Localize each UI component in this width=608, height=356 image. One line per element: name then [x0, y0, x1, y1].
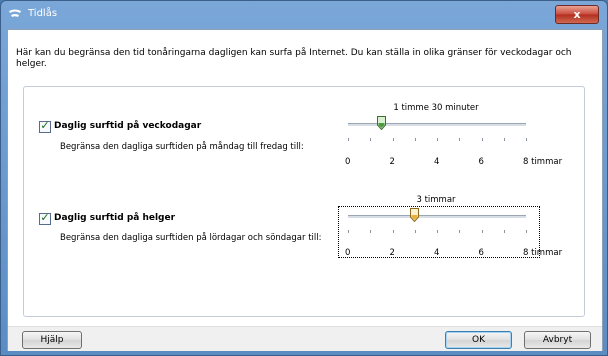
scale-label: 8 timmar	[523, 248, 563, 258]
ok-button[interactable]: OK	[445, 331, 512, 349]
button-bar: Hjälp OK Avbryt	[8, 326, 602, 351]
scale-label: 4	[434, 248, 440, 258]
weekend-slider[interactable]	[342, 208, 532, 248]
slider-track	[348, 215, 526, 219]
weekdays-checkbox[interactable]: ✓	[39, 119, 51, 133]
window-title: Tidlås	[28, 8, 58, 19]
slider-tick	[348, 138, 349, 141]
settings-panel: ✓ Daglig surftid på veckodagar Begränsa …	[23, 86, 585, 317]
weekdays-description: Begränsa den dagliga surftiden på måndag…	[60, 142, 304, 152]
weekend-checkbox[interactable]: ✓	[39, 211, 51, 225]
scale-label: 2	[389, 157, 395, 167]
slider-thumb[interactable]	[410, 208, 420, 222]
slider-tick	[370, 230, 372, 233]
checkmark-icon: ✓	[40, 211, 50, 224]
weekdays-slider[interactable]	[342, 116, 532, 156]
scale-label: 6	[478, 157, 484, 167]
shield-icon	[9, 9, 21, 17]
weekend-value-label: 3 timmar	[416, 195, 456, 205]
close-icon: x	[573, 8, 581, 21]
slider-tick	[526, 230, 527, 233]
slider-tick	[481, 230, 483, 233]
weekend-checkbox-label[interactable]: Daglig surftid på helger	[54, 213, 175, 223]
intro-text: Här kan du begränsa den tid tonåringarna…	[16, 48, 572, 69]
slider-tick	[392, 230, 394, 233]
slider-tick	[437, 230, 438, 233]
slider-tick	[481, 138, 483, 141]
slider-tick	[370, 138, 372, 141]
checkmark-icon: ✓	[40, 119, 50, 132]
slider-tick	[392, 138, 394, 141]
scale-label: 6	[478, 248, 484, 258]
weekdays-scale: 0 2 4 6 8 timmar	[342, 157, 572, 169]
weekend-scale: 0 2 4 6 8 timmar	[342, 248, 572, 260]
scale-label: 0	[345, 248, 351, 258]
title-bar[interactable]: Tidlås x	[1, 1, 607, 27]
slider-tick	[526, 138, 527, 141]
dialog-body: Här kan du begränsa den tid tonåringarna…	[7, 29, 603, 351]
cancel-button[interactable]: Avbryt	[524, 331, 591, 349]
scale-label: 2	[389, 248, 395, 258]
slider-tick	[459, 230, 461, 233]
slider-tick	[437, 138, 438, 141]
weekdays-value-label: 1 timme 30 minuter	[393, 103, 479, 113]
slider-track	[348, 123, 526, 127]
slider-tick	[503, 138, 505, 141]
slider-tick	[414, 230, 416, 233]
slider-tick	[503, 230, 505, 233]
app-window: Tidlås x Här kan du begränsa den tid ton…	[0, 0, 608, 356]
scale-label: 8 timmar	[523, 157, 563, 167]
help-button[interactable]: Hjälp	[22, 331, 82, 349]
slider-tick	[348, 230, 349, 233]
scale-label: 4	[434, 157, 440, 167]
slider-tick	[414, 138, 416, 141]
weekdays-checkbox-label[interactable]: Daglig surftid på veckodagar	[54, 121, 201, 131]
slider-tick	[459, 138, 461, 141]
close-button[interactable]: x	[555, 5, 599, 24]
weekend-description: Begränsa den dagliga surftiden på lördag…	[60, 233, 322, 243]
scale-label: 0	[345, 157, 351, 167]
slider-thumb[interactable]	[376, 116, 386, 130]
